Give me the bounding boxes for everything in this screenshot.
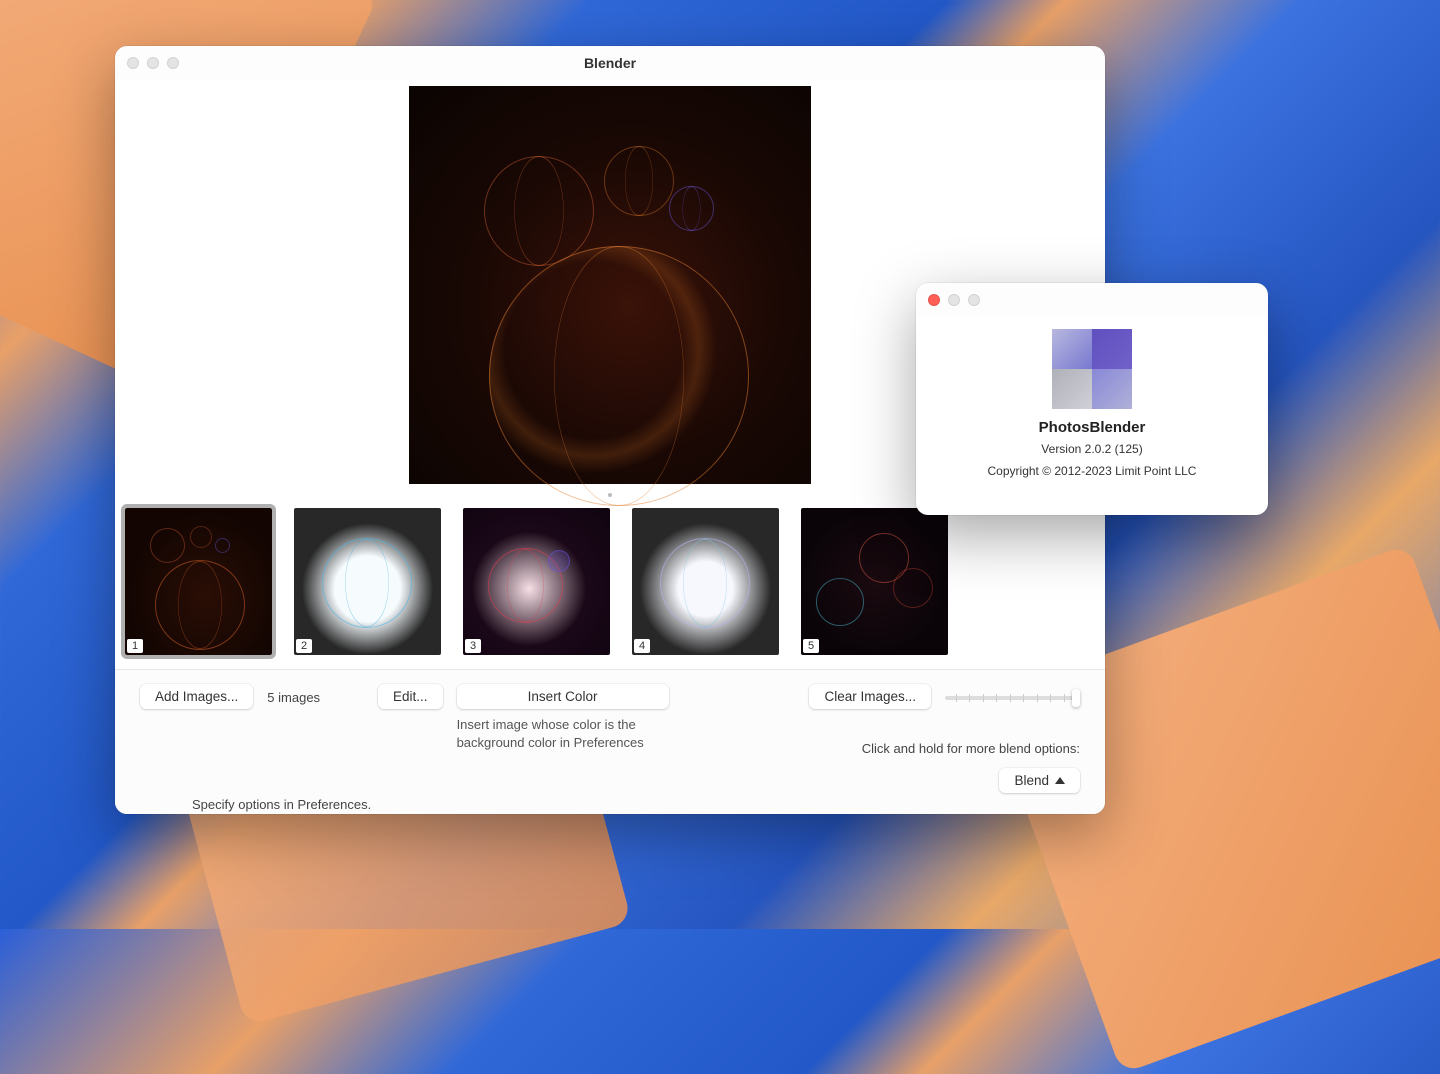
app-icon: [1052, 329, 1132, 409]
thumbnail-1[interactable]: 1: [125, 508, 272, 655]
insert-color-button[interactable]: Insert Color: [457, 684, 669, 709]
insert-color-hint: Insert image whose color is the backgrou…: [457, 716, 669, 751]
thumbnail-3[interactable]: 3: [463, 508, 610, 655]
blend-hint: Click and hold for more blend options:: [862, 741, 1080, 756]
thumbnail-label: 3: [465, 639, 481, 653]
clear-images-button[interactable]: Clear Images...: [809, 684, 931, 709]
maximize-icon[interactable]: [968, 294, 980, 306]
blend-button[interactable]: Blend: [999, 768, 1080, 793]
thumbnail-strip: 1 2 3 4 5: [115, 500, 1105, 670]
controls-area: Add Images... 5 images Edit... Insert Co…: [115, 670, 1105, 814]
minimize-icon[interactable]: [948, 294, 960, 306]
titlebar[interactable]: Blender: [115, 46, 1105, 80]
about-window: PhotosBlender Version 2.0.2 (125) Copyri…: [916, 283, 1268, 515]
blend-label: Blend: [1014, 773, 1049, 788]
minimize-icon[interactable]: [147, 57, 159, 69]
sphere-graphic: [669, 186, 714, 231]
thumbnail-label: 4: [634, 639, 650, 653]
traffic-lights: [928, 294, 980, 306]
app-name: PhotosBlender: [936, 419, 1248, 436]
thumbnail-5[interactable]: 5: [801, 508, 948, 655]
thumbnail-label: 5: [803, 639, 819, 653]
thumbnail-label: 1: [127, 639, 143, 653]
sphere-graphic: [484, 156, 594, 266]
sphere-graphic: [604, 146, 674, 216]
app-version: Version 2.0.2 (125): [936, 442, 1248, 456]
controls-row-1: Add Images... 5 images Edit... Insert Co…: [140, 684, 1080, 793]
edit-button[interactable]: Edit...: [378, 684, 443, 709]
controls-row-2: Specify options in Preferences.: [140, 797, 1080, 812]
zoom-slider[interactable]: [945, 696, 1080, 700]
window-title: Blender: [115, 55, 1105, 71]
close-icon[interactable]: [928, 294, 940, 306]
app-copyright: Copyright © 2012-2023 Limit Point LLC: [936, 464, 1248, 478]
image-count-label: 5 images: [267, 690, 320, 705]
triangle-up-icon: [1055, 777, 1065, 784]
close-icon[interactable]: [127, 57, 139, 69]
traffic-lights: [127, 57, 179, 69]
thumbnail-2[interactable]: 2: [294, 508, 441, 655]
about-content: PhotosBlender Version 2.0.2 (125) Copyri…: [916, 317, 1268, 498]
thumbnail-4[interactable]: 4: [632, 508, 779, 655]
preview-image[interactable]: [409, 86, 811, 484]
maximize-icon[interactable]: [167, 57, 179, 69]
sphere-graphic: [489, 246, 749, 506]
slider-thumb[interactable]: [1072, 689, 1080, 707]
options-hint: Specify options in Preferences.: [192, 797, 371, 812]
about-titlebar[interactable]: [916, 283, 1268, 317]
thumbnail-label: 2: [296, 639, 312, 653]
add-images-button[interactable]: Add Images...: [140, 684, 253, 709]
